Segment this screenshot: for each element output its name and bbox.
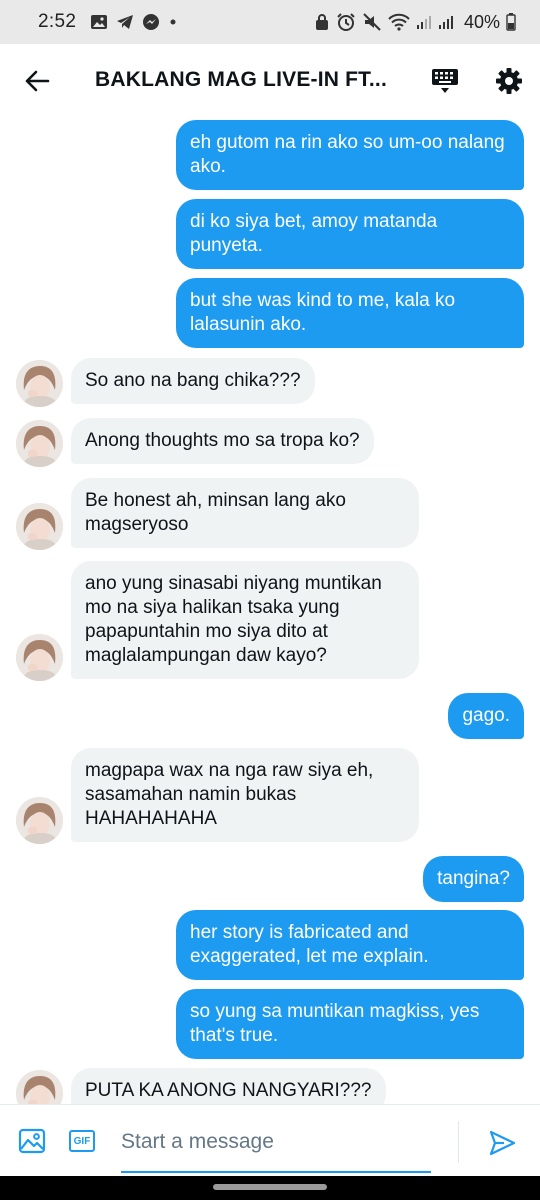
- avatar[interactable]: [16, 797, 63, 844]
- lock-icon: [314, 13, 330, 31]
- system-nav-bar: [0, 1176, 540, 1200]
- sent-message[interactable]: di ko siya bet, amoy matanda punyeta.: [176, 199, 524, 269]
- message-input[interactable]: [121, 1123, 431, 1173]
- avatar[interactable]: [16, 634, 63, 681]
- avatar[interactable]: [16, 360, 63, 407]
- alarm-icon: [336, 12, 356, 32]
- image-icon: [18, 1128, 46, 1154]
- received-message[interactable]: magpapa wax na nga raw siya eh, sasamaha…: [71, 748, 419, 842]
- avatar[interactable]: [16, 420, 63, 467]
- telegram-icon: [116, 14, 134, 30]
- received-message[interactable]: ano yung sinasabi niyang muntikan mo na …: [71, 561, 419, 679]
- battery-percent: 40%: [463, 11, 500, 32]
- settings-button[interactable]: [494, 66, 524, 96]
- home-gesture-handle[interactable]: [213, 1184, 327, 1190]
- status-right: 40%: [314, 12, 516, 33]
- sent-message[interactable]: but she was kind to me, kala ko lalasuni…: [176, 278, 524, 348]
- signal-icon: [438, 14, 454, 30]
- composer-divider: [458, 1121, 459, 1163]
- sent-message[interactable]: her story is fabricated and exaggerated,…: [176, 910, 524, 980]
- message-thread[interactable]: eh gutom na rin ako so um-oo nalang ako.…: [0, 118, 540, 1104]
- gif-label: GIF: [73, 1135, 91, 1147]
- signal-icon: [416, 14, 432, 30]
- sent-message[interactable]: so yung sa muntikan magkiss, yes that's …: [176, 989, 524, 1059]
- gif-button[interactable]: GIF: [69, 1130, 95, 1152]
- status-time: 2:52: [38, 11, 77, 32]
- dot-icon: [168, 17, 178, 27]
- received-message[interactable]: Anong thoughts mo sa tropa ko?: [71, 418, 374, 464]
- back-arrow-icon: [25, 70, 50, 92]
- gallery-icon: [90, 14, 108, 30]
- message-composer: GIF: [0, 1104, 540, 1176]
- status-bar: 2:52 40%: [0, 0, 540, 44]
- send-icon: [489, 1130, 516, 1156]
- add-photo-button[interactable]: [18, 1127, 46, 1155]
- received-message[interactable]: So ano na bang chika???: [71, 358, 315, 404]
- keyboard-icon: [432, 69, 458, 93]
- sent-message[interactable]: gago.: [448, 693, 524, 739]
- avatar[interactable]: [16, 503, 63, 550]
- received-message[interactable]: PUTA KA ANONG NANGYARI???: [71, 1068, 386, 1104]
- wifi-icon: [388, 13, 410, 31]
- back-button[interactable]: [22, 66, 52, 96]
- sent-message[interactable]: eh gutom na rin ako so um-oo nalang ako.: [176, 120, 524, 190]
- conversation-title[interactable]: BAKLANG MAG LIVE-IN FT...: [95, 68, 395, 92]
- messenger-icon: [142, 13, 160, 31]
- avatar[interactable]: [16, 1070, 63, 1104]
- battery-icon: [506, 13, 516, 31]
- conversation-header: BAKLANG MAG LIVE-IN FT...: [0, 44, 540, 118]
- mute-icon: [362, 12, 382, 32]
- status-left: 2:52: [38, 11, 178, 33]
- send-button[interactable]: [488, 1129, 516, 1157]
- sent-message[interactable]: tangina?: [423, 856, 524, 902]
- keyboard-button[interactable]: [430, 66, 460, 96]
- gear-icon: [496, 68, 522, 94]
- received-message[interactable]: Be honest ah, minsan lang ako magseryoso: [71, 478, 419, 548]
